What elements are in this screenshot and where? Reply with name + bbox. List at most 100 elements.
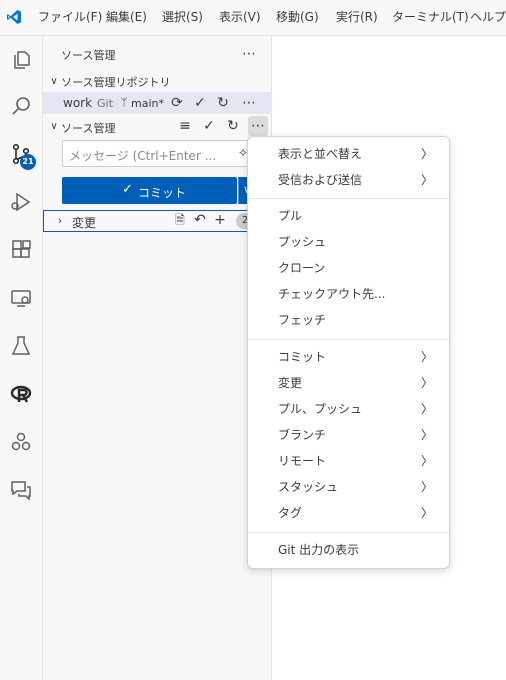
more-actions-button-active[interactable]: ⋯ — [248, 116, 268, 136]
chevron-right-icon: 〉 — [420, 402, 433, 416]
menu-item-label: プル — [278, 209, 303, 223]
commit-message-placeholder: メッセージ (Ctrl+Enter ... — [69, 149, 217, 163]
menu-item-label: 表示と並べ替え — [278, 147, 363, 161]
sync-icon[interactable]: ⟳ — [169, 95, 185, 111]
flask-icon — [11, 336, 31, 355]
menu-item-label: コミット — [278, 350, 327, 364]
menu-item-tags[interactable]: タグ 〉 — [252, 501, 445, 525]
changes-label: 変更 — [72, 216, 97, 230]
sidebar-title: ソース管理 — [61, 49, 116, 62]
run-debug-icon — [11, 192, 31, 212]
menu-item-commit[interactable]: コミット 〉 — [252, 345, 445, 369]
remote-explorer-icon — [11, 290, 31, 307]
r-language-icon — [10, 385, 32, 403]
menu-separator — [248, 198, 449, 199]
repository-type: Git — [97, 97, 113, 110]
refresh-icon[interactable]: ↻ — [225, 118, 241, 134]
discard-icon[interactable]: ↶ — [192, 212, 208, 228]
stage-all-icon[interactable]: + — [212, 212, 228, 228]
menu-item-label: 変更 — [278, 376, 303, 390]
circles-icon — [11, 432, 31, 451]
menu-item-label: プル、プッシュ — [278, 402, 363, 416]
activity-search[interactable] — [0, 86, 42, 126]
menu-view[interactable]: 表示(V) — [219, 0, 261, 35]
menu-item-label: Git 出力の表示 — [278, 543, 360, 557]
more-actions-icon[interactable]: ⋯ — [239, 95, 259, 111]
commit-button-label: コミット — [138, 186, 187, 200]
activity-remote-explorer[interactable] — [0, 278, 42, 318]
more-actions-icon[interactable]: ⋯ — [239, 46, 259, 62]
activity-accounts-group[interactable] — [0, 422, 42, 462]
chevron-down-icon[interactable]: ∨ — [47, 74, 61, 90]
menu-item-changes[interactable]: 変更 〉 — [252, 371, 445, 395]
menu-run[interactable]: 実行(R) — [336, 0, 378, 35]
commit-button[interactable]: ✓ コミット — [62, 177, 237, 204]
activity-source-control[interactable] — [0, 134, 42, 174]
menu-item-label: プッシュ — [278, 235, 327, 249]
menu-item-label: スタッシュ — [278, 480, 339, 494]
menu-item-label: フェッチ — [278, 313, 327, 327]
chevron-right-icon: 〉 — [420, 480, 433, 494]
check-icon[interactable]: ✓ — [192, 95, 208, 111]
source-control-sidebar: ソース管理 ⋯ ∨ ソース管理リポジトリ work Git ᛘ main* ⟳ … — [43, 36, 272, 680]
menu-item-checkout-to[interactable]: チェックアウト先... — [252, 282, 445, 306]
menu-item-show-git-output[interactable]: Git 出力の表示 — [252, 538, 445, 562]
activity-extensions[interactable] — [0, 230, 42, 270]
repository-row[interactable]: work Git ᛘ main* ⟳ ✓ ↻ ⋯ — [43, 92, 271, 114]
commit-check-icon[interactable]: ✓ — [201, 118, 217, 134]
menu-item-remote[interactable]: リモート 〉 — [252, 449, 445, 473]
chevron-right-icon: 〉 — [420, 173, 433, 187]
menu-bar: ファイル(F) 編集(E) 選択(S) 表示(V) 移動(G) 実行(R) ター… — [0, 0, 506, 36]
menu-item-branch[interactable]: ブランチ 〉 — [252, 423, 445, 447]
chevron-down-icon[interactable]: ∨ — [47, 119, 61, 135]
search-icon — [12, 97, 30, 115]
activity-bar: 21 — [0, 36, 43, 680]
menu-item-label: タグ — [278, 506, 303, 520]
activity-explorer[interactable] — [0, 40, 42, 80]
open-file-icon[interactable]: 🗎 — [172, 212, 188, 228]
chevron-right-icon: 〉 — [420, 506, 433, 520]
menu-item-view-and-sort[interactable]: 表示と並べ替え 〉 — [252, 142, 445, 166]
more-actions-icon: ⋯ — [251, 118, 265, 134]
menu-terminal[interactable]: ターミナル(T) — [392, 0, 469, 35]
vscode-logo-icon — [6, 9, 22, 25]
menu-separator — [248, 339, 449, 340]
menu-item-label: ブランチ — [278, 428, 327, 442]
menu-item-stash[interactable]: スタッシュ 〉 — [252, 475, 445, 499]
menu-item-label: チェックアウト先... — [278, 287, 386, 301]
refresh-icon[interactable]: ↻ — [215, 95, 231, 111]
menu-item-push[interactable]: プッシュ — [252, 230, 445, 254]
menu-item-incoming-outgoing[interactable]: 受信および送信 〉 — [252, 168, 445, 192]
activity-r[interactable] — [0, 374, 42, 414]
menu-item-pull-push[interactable]: プル、プッシュ 〉 — [252, 397, 445, 421]
menu-edit[interactable]: 編集(E) — [106, 0, 147, 35]
menu-item-pull[interactable]: プル — [252, 204, 445, 228]
menu-selection[interactable]: 選択(S) — [162, 0, 203, 35]
menu-separator — [248, 532, 449, 533]
menu-item-fetch[interactable]: フェッチ — [252, 308, 445, 332]
branch-icon: ᛘ — [120, 96, 128, 109]
source-control-header[interactable]: ソース管理 — [61, 120, 115, 136]
activity-chat[interactable] — [0, 470, 42, 510]
menu-item-clone[interactable]: クローン — [252, 256, 445, 280]
menu-item-label: 受信および送信 — [278, 173, 363, 187]
repository-name: work — [63, 96, 93, 110]
commit-check-icon: ✓ — [122, 182, 133, 197]
repositories-header[interactable]: ソース管理リポジトリ — [61, 74, 170, 90]
view-as-list-icon[interactable]: ≡ — [177, 118, 193, 134]
changes-group-row[interactable]: › 変更 🗎 ↶ + 21 — [43, 210, 271, 232]
menu-item-label: クローン — [278, 261, 326, 275]
menu-file[interactable]: ファイル(F) — [38, 0, 102, 35]
activity-testing[interactable] — [0, 326, 42, 366]
chat-icon — [11, 481, 31, 501]
chevron-right-icon: 〉 — [420, 428, 433, 442]
commit-message-input[interactable]: メッセージ (Ctrl+Enter ... ✧ — [62, 140, 259, 167]
menu-item-label: リモート — [278, 454, 327, 468]
activity-run-debug[interactable] — [0, 182, 42, 222]
branch-name[interactable]: main* — [131, 97, 164, 110]
menu-help[interactable]: ヘルプ(H) — [470, 0, 506, 35]
chevron-right-icon: 〉 — [420, 376, 433, 390]
menu-go[interactable]: 移動(G) — [276, 0, 319, 35]
source-control-context-menu: 表示と並べ替え〉 受信および送信〉 プル プッシュ クローン チェックアウト先.… — [247, 136, 450, 569]
files-icon — [14, 51, 30, 69]
